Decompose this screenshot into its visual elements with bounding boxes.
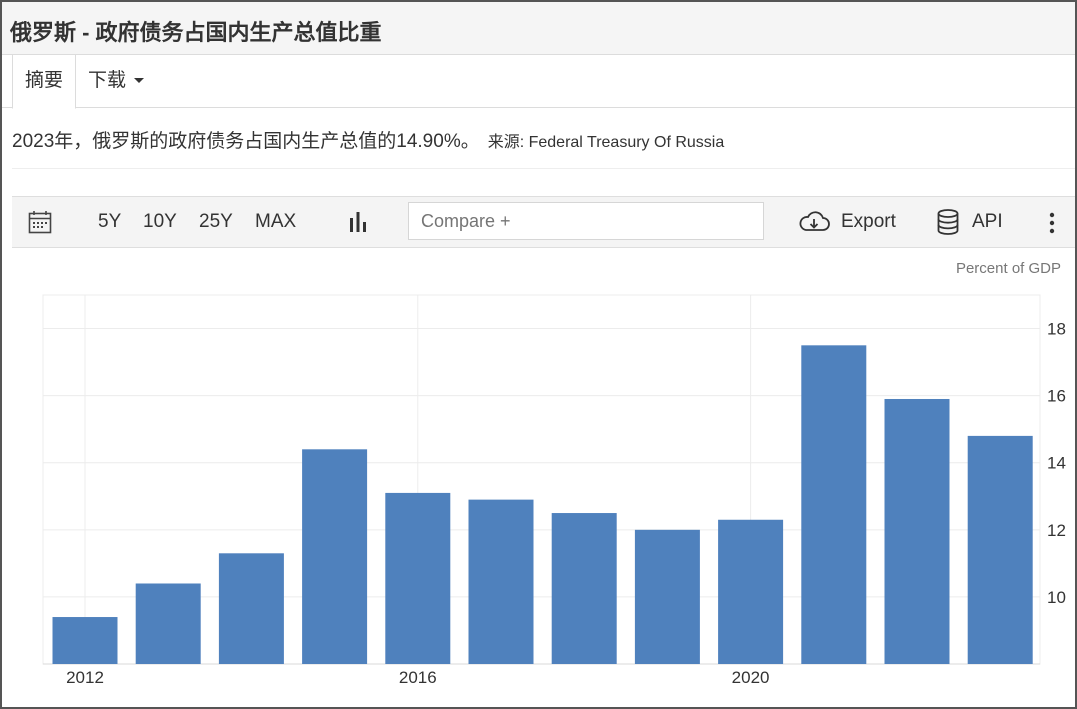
tab-summary[interactable]: 摘要	[12, 55, 76, 109]
bar-2012[interactable]	[52, 617, 118, 664]
bar-chart: 2012 2016 2020 10 12 14 16 18	[42, 294, 1066, 687]
x-tick-label: 2012	[66, 668, 104, 687]
database-icon[interactable]	[936, 209, 960, 235]
bar-2023[interactable]	[967, 435, 1033, 664]
api-button[interactable]: API	[972, 197, 1003, 247]
bar-2014[interactable]	[218, 553, 284, 664]
cloud-download-icon[interactable]	[798, 210, 830, 234]
x-tick-layer: 2012 2016 2020	[66, 668, 769, 687]
tab-download-label: 下载	[88, 70, 127, 91]
y-tick-label: 12	[1047, 521, 1066, 540]
chart-toolbar: 5Y 10Y 25Y MAX Export API	[12, 196, 1075, 248]
y-tick-layer: 10 12 14 16 18	[1047, 320, 1066, 607]
bar-2015[interactable]	[302, 449, 368, 664]
caret-down-icon	[134, 78, 145, 84]
bar-2016[interactable]	[385, 492, 451, 664]
range-max-button[interactable]: MAX	[255, 197, 296, 247]
bar-2017[interactable]	[468, 499, 534, 664]
compare-input[interactable]	[408, 202, 764, 240]
x-tick-label: 2020	[732, 668, 770, 687]
bar-chart-icon[interactable]	[348, 212, 368, 232]
y-tick-label: 18	[1047, 320, 1066, 339]
y-tick-label: 10	[1047, 588, 1066, 607]
bar-2021[interactable]	[801, 345, 867, 664]
range-25y-button[interactable]: 25Y	[199, 197, 233, 247]
divider	[12, 168, 1075, 169]
bar-2022[interactable]	[884, 398, 950, 664]
tab-download[interactable]: 下载	[88, 55, 145, 107]
widget-frame: 俄罗斯 - 政府债务占国内生产总值比重 摘要 下载 2023年，俄罗斯的政府债务…	[0, 0, 1077, 709]
bar-2020[interactable]	[718, 519, 784, 664]
summary-text: 2023年，俄罗斯的政府债务占国内生产总值的14.90%。	[12, 131, 480, 152]
summary-text-row: 2023年，俄罗斯的政府债务占国内生产总值的14.90%。 来源: Federal…	[12, 126, 724, 153]
y-axis-unit-label: Percent of GDP	[955, 260, 1061, 277]
range-5y-button[interactable]: 5Y	[98, 197, 121, 247]
title-bar: 俄罗斯 - 政府债务占国内生产总值比重	[2, 2, 1075, 55]
page-title: 俄罗斯 - 政府债务占国内生产总值比重	[10, 20, 382, 45]
source-text: 来源: Federal Treasury Of Russia	[487, 134, 725, 151]
bar-2019[interactable]	[634, 529, 700, 664]
x-tick-label: 2016	[399, 668, 437, 687]
y-tick-label: 16	[1047, 387, 1066, 406]
tab-bar: 摘要 下载	[2, 55, 1075, 109]
more-vertical-icon[interactable]	[1048, 212, 1056, 234]
bar-2013[interactable]	[135, 583, 201, 664]
range-10y-button[interactable]: 10Y	[143, 197, 177, 247]
bar-layer	[52, 345, 1033, 664]
y-tick-label: 14	[1047, 454, 1066, 473]
export-button[interactable]: Export	[841, 197, 896, 247]
calendar-icon[interactable]	[28, 210, 52, 234]
bar-2018[interactable]	[551, 513, 617, 664]
